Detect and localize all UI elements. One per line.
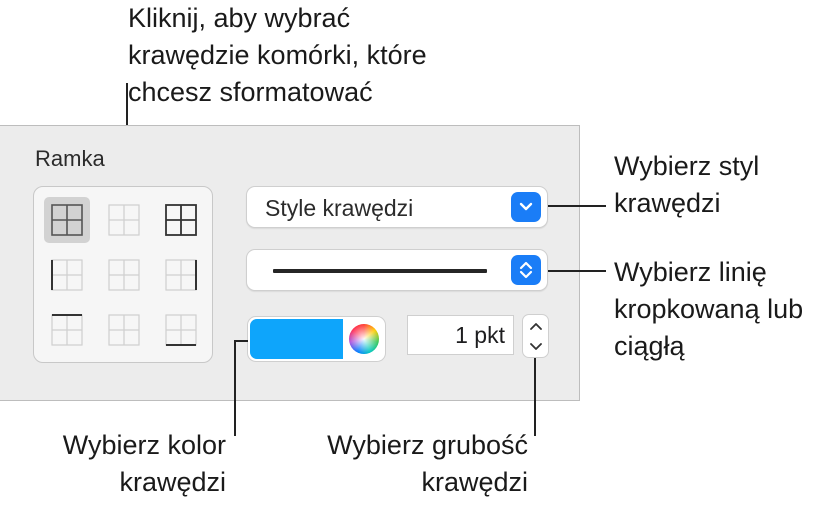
border-color-well[interactable] bbox=[247, 316, 386, 362]
border-selector bbox=[33, 186, 213, 363]
horizontal-inner-border-button[interactable] bbox=[101, 307, 147, 353]
callout-select-edges: Kliknij, aby wybrać krawędzie komórki, k… bbox=[128, 3, 427, 107]
up-down-chevron-icon bbox=[511, 255, 541, 285]
right-border-button[interactable] bbox=[158, 252, 204, 298]
callout-line-style bbox=[548, 205, 606, 207]
callout-select-line: Wybierz linię kropkowaną lub ciągłą bbox=[614, 257, 804, 361]
top-border-icon bbox=[51, 314, 83, 346]
thickness-field[interactable]: 1 pkt bbox=[407, 315, 514, 355]
thickness-stepper[interactable] bbox=[522, 314, 549, 358]
color-swatch[interactable] bbox=[250, 319, 343, 359]
stepper-up-icon[interactable] bbox=[523, 315, 548, 336]
vertical-inner-border-button[interactable] bbox=[101, 252, 147, 298]
solid-line-preview bbox=[273, 269, 487, 273]
right-border-icon bbox=[165, 259, 197, 291]
outer-and-inner-borders-button[interactable] bbox=[158, 197, 204, 243]
horizontal-inner-border-icon bbox=[108, 314, 140, 346]
callout-line-thickness bbox=[534, 358, 536, 436]
left-border-button[interactable] bbox=[44, 252, 90, 298]
border-style-dropdown[interactable]: Style krawędzi bbox=[246, 186, 548, 228]
callout-line-color-h bbox=[234, 340, 248, 342]
stepper-down-icon[interactable] bbox=[523, 336, 548, 357]
bottom-border-button[interactable] bbox=[158, 307, 204, 353]
chevron-down-icon bbox=[511, 192, 541, 222]
left-border-icon bbox=[51, 259, 83, 291]
color-wheel-icon[interactable] bbox=[349, 324, 379, 354]
bottom-border-icon bbox=[165, 314, 197, 346]
inner-borders-icon bbox=[108, 204, 140, 236]
section-title: Ramka bbox=[35, 146, 105, 171]
callout-select-thickness: Wybierz grubość krawędzi bbox=[327, 430, 528, 497]
top-border-button[interactable] bbox=[44, 307, 90, 353]
callout-select-color: Wybierz kolor krawędzi bbox=[62, 430, 226, 497]
vertical-inner-border-icon bbox=[108, 259, 140, 291]
inner-borders-button[interactable] bbox=[101, 197, 147, 243]
outer-and-inner-borders-icon bbox=[165, 204, 197, 236]
callout-line-linetype bbox=[548, 270, 606, 272]
border-style-label: Style krawędzi bbox=[265, 195, 414, 221]
all-borders-icon bbox=[51, 204, 83, 236]
line-type-dropdown[interactable] bbox=[246, 249, 548, 291]
callout-select-style: Wybierz styl krawędzi bbox=[614, 151, 760, 218]
callout-line-color-v bbox=[234, 340, 236, 436]
all-borders-button[interactable] bbox=[44, 197, 90, 243]
